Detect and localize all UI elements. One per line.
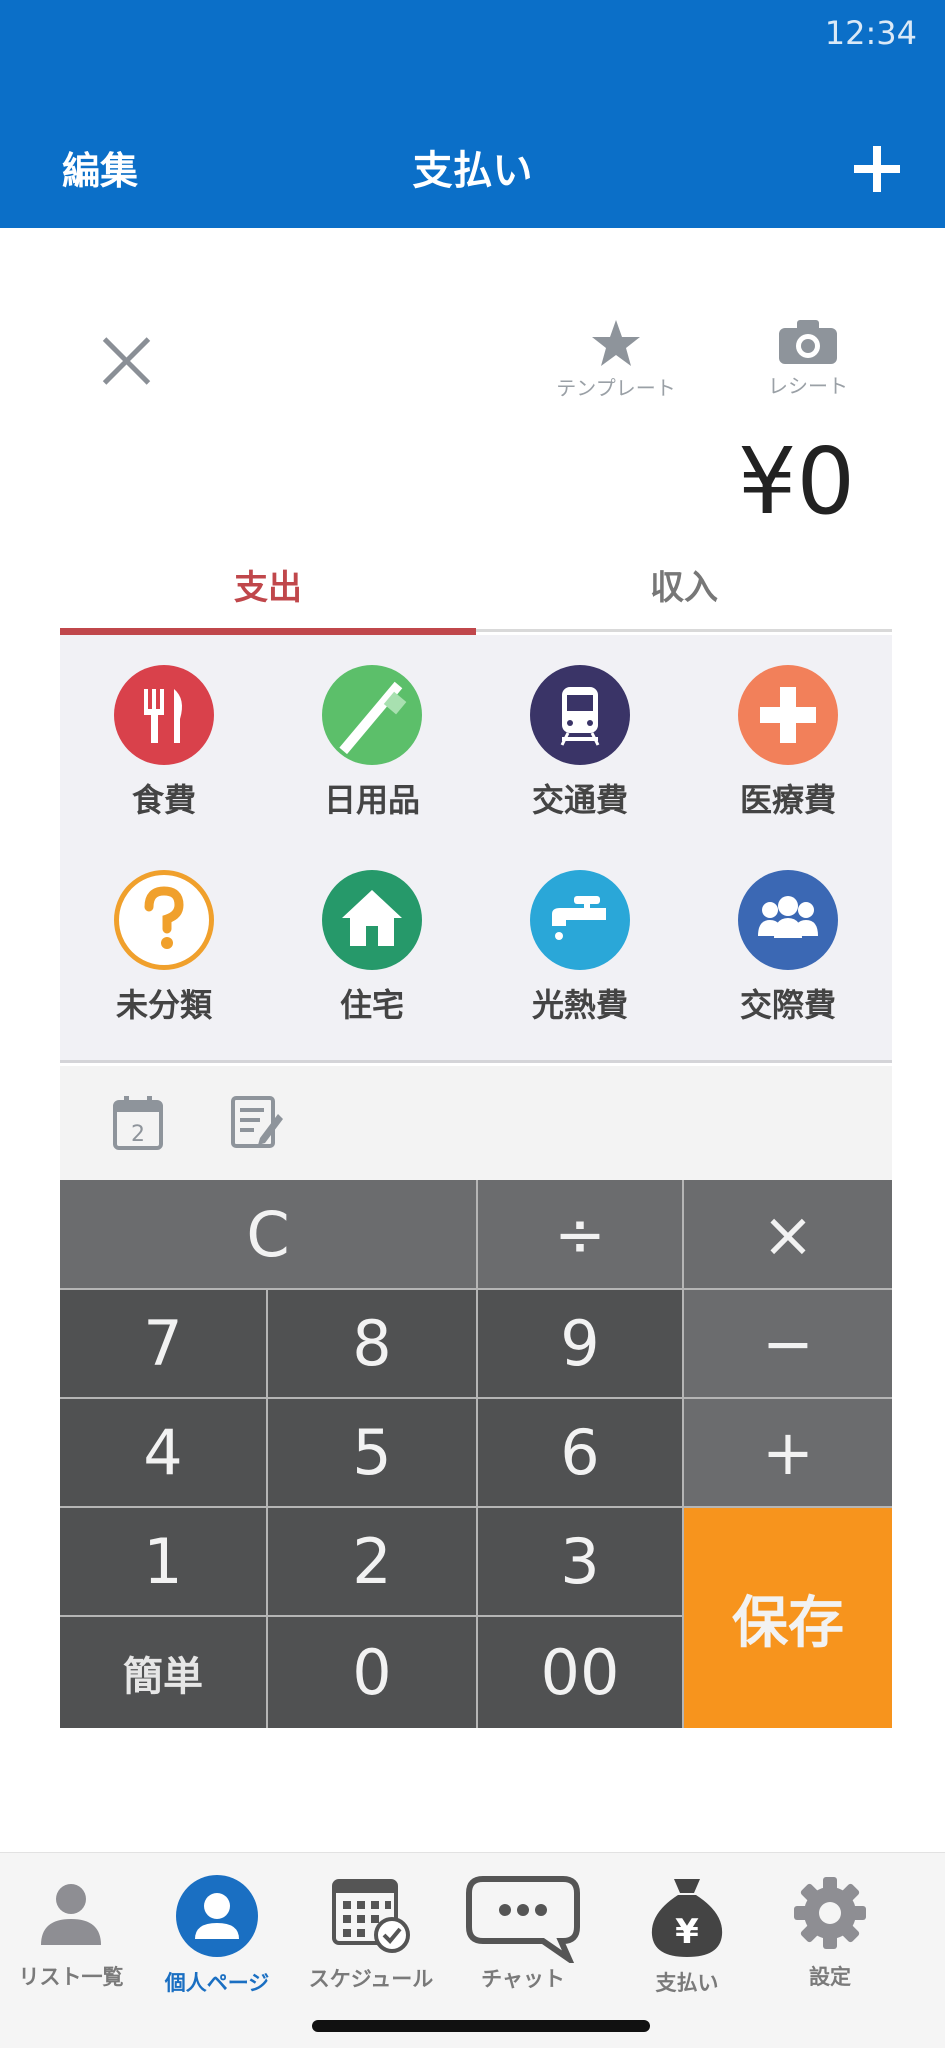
tab-expense[interactable]: 支出 [60, 556, 476, 635]
tab-list[interactable]: リスト一覧 [0, 1873, 150, 1991]
key-5[interactable]: 5 [268, 1399, 476, 1506]
category-label: 医療費 [739, 781, 836, 819]
cutlery-icon [114, 665, 214, 765]
person-icon [41, 1884, 101, 1945]
calculator-keypad: C ÷ × 7 8 9 − 4 5 6 + 1 2 3 保存 簡単 0 00 [60, 1180, 892, 1728]
tab-label: 個人ページ [164, 1971, 270, 1995]
tab-schedule[interactable]: スケジュール [292, 1873, 450, 1993]
calendar-date: 2 [131, 1122, 145, 1147]
star-icon [592, 320, 640, 366]
people-icon [738, 870, 838, 970]
key-1[interactable]: 1 [60, 1508, 266, 1615]
amount-display: ¥0 [737, 428, 855, 535]
camera-icon [779, 320, 837, 364]
category-label: 住宅 [339, 986, 404, 1024]
simple-mode-button[interactable]: 簡単 [60, 1617, 266, 1728]
tab-label: リスト一覧 [18, 1965, 124, 1989]
type-tabs: 支出 収入 [60, 556, 892, 635]
profile-icon [176, 1875, 258, 1957]
home-indicator [312, 2020, 650, 2032]
key-6[interactable]: 6 [478, 1399, 682, 1506]
category-uncategorized[interactable]: 未分類 [60, 840, 268, 1040]
key-divide[interactable]: ÷ [478, 1180, 682, 1288]
svg-text:¥: ¥ [675, 1912, 699, 1952]
category-label: 交通費 [531, 781, 628, 819]
calendar-icon[interactable]: 2 [112, 1094, 164, 1156]
plus-icon[interactable] [845, 138, 909, 202]
category-label: 交際費 [739, 986, 836, 1024]
key-plus[interactable]: + [684, 1399, 892, 1506]
save-button[interactable]: 保存 [684, 1508, 892, 1728]
key-0[interactable]: 0 [268, 1617, 476, 1728]
chat-bubble-icon [466, 1876, 580, 1963]
category-medical[interactable]: 医療費 [684, 635, 892, 835]
key-3[interactable]: 3 [478, 1508, 682, 1615]
tab-settings[interactable]: 設定 [751, 1873, 909, 1991]
category-label: 光熱費 [531, 986, 628, 1024]
key-8[interactable]: 8 [268, 1290, 476, 1397]
key-multiply[interactable]: × [684, 1180, 892, 1288]
template-button[interactable]: テンプレート [548, 318, 684, 401]
app-header: 12:34 編集 支払い [0, 0, 945, 228]
gear-icon [794, 1877, 866, 1949]
bottom-tab-bar: リスト一覧 個人ページ スケジュール チャット ¥ 支払い 設定 [0, 1852, 945, 2048]
category-housing[interactable]: 住宅 [268, 840, 476, 1040]
tab-chat[interactable]: チャット [444, 1873, 602, 1993]
yen-bag-icon: ¥ [651, 1879, 723, 1957]
calendar-check-icon [332, 1879, 410, 1953]
tab-income[interactable]: 収入 [476, 556, 892, 632]
category-daily-goods[interactable]: 日用品 [268, 635, 476, 835]
tab-payment[interactable]: ¥ 支払い [608, 1873, 766, 1997]
key-2[interactable]: 2 [268, 1508, 476, 1615]
key-clear[interactable]: C [60, 1180, 476, 1288]
key-7[interactable]: 7 [60, 1290, 266, 1397]
entry-tools-row: 2 [60, 1066, 892, 1180]
question-icon [114, 870, 214, 970]
key-4[interactable]: 4 [60, 1399, 266, 1506]
category-label: 日用品 [323, 781, 420, 819]
receipt-button[interactable]: レシート [758, 318, 858, 399]
tab-label: 設定 [809, 1965, 851, 1989]
category-utilities[interactable]: 光熱費 [476, 840, 684, 1040]
close-icon[interactable] [96, 330, 156, 390]
category-food[interactable]: 食費 [60, 635, 268, 835]
train-icon [530, 665, 630, 765]
tab-label: 支払い [655, 1971, 719, 1995]
status-time: 12:34 [824, 14, 917, 52]
category-grid: 食費 日用品 交通費 医療費 未分類 住宅 光熱費 交際費 [60, 635, 892, 1063]
tab-personal-page[interactable]: 個人ページ [138, 1873, 296, 1997]
key-minus[interactable]: − [684, 1290, 892, 1397]
category-social[interactable]: 交際費 [684, 840, 892, 1040]
key-9[interactable]: 9 [478, 1290, 682, 1397]
tab-label: チャット [481, 1967, 565, 1991]
medical-cross-icon [738, 665, 838, 765]
house-icon [322, 870, 422, 970]
category-label: 未分類 [115, 986, 212, 1024]
page-title: 支払い [412, 148, 533, 194]
tab-label: スケジュール [308, 1967, 434, 1991]
key-00[interactable]: 00 [478, 1617, 682, 1728]
category-label: 食費 [131, 781, 196, 819]
category-transport[interactable]: 交通費 [476, 635, 684, 835]
memo-icon[interactable] [230, 1094, 284, 1154]
template-label: テンプレート [556, 376, 676, 400]
toothbrush-icon [322, 665, 422, 765]
faucet-icon [530, 870, 630, 970]
receipt-label: レシート [768, 374, 848, 398]
